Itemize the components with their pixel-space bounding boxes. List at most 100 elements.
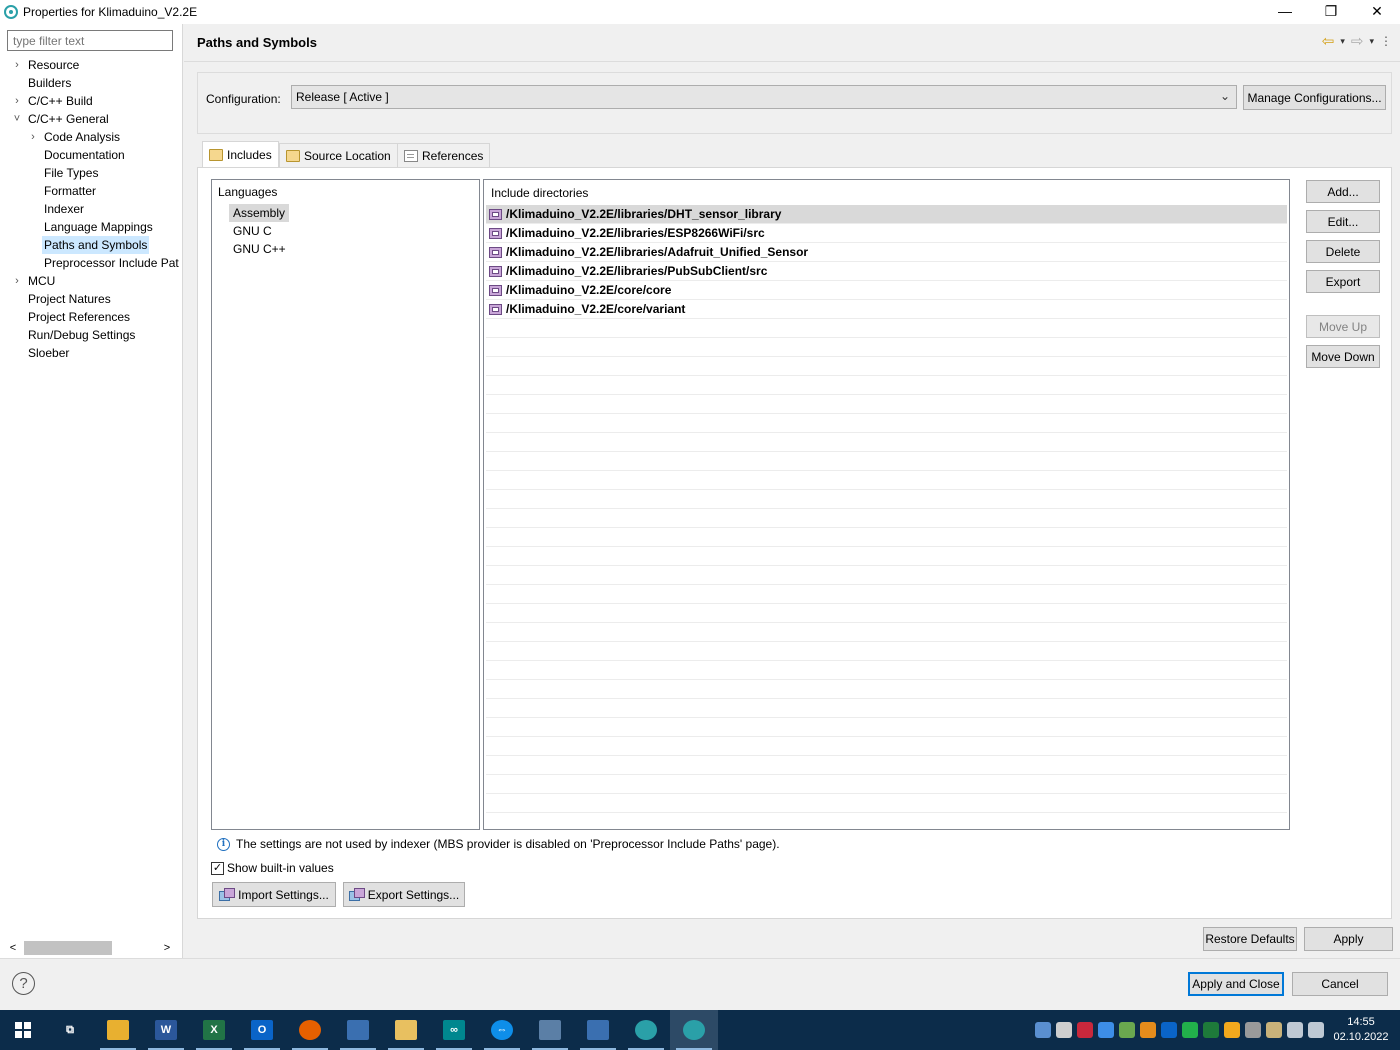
tray-orange-icon[interactable]: [1140, 1022, 1156, 1038]
table-row[interactable]: [486, 642, 1287, 661]
tab-source-location[interactable]: Source Location: [279, 143, 398, 167]
scroll-right-icon[interactable]: >: [160, 942, 174, 954]
tree-item[interactable]: Project Natures: [0, 290, 183, 308]
chevron-right-icon[interactable]: ›: [28, 128, 38, 146]
taskbar-teamviewer[interactable]: ⇔: [478, 1010, 526, 1050]
move-up-button[interactable]: Move Up: [1306, 315, 1380, 338]
tree-item[interactable]: Builders: [0, 74, 183, 92]
tree-item[interactable]: ˅ C/C++ General: [0, 110, 183, 128]
tree-item[interactable]: Run/Debug Settings: [0, 326, 183, 344]
table-row[interactable]: [486, 718, 1287, 737]
scroll-thumb[interactable]: [24, 941, 112, 955]
taskbar-sloeber-2[interactable]: [670, 1010, 718, 1050]
table-row[interactable]: [486, 509, 1287, 528]
outlook-tray-icon[interactable]: [1161, 1022, 1177, 1038]
taskbar-word[interactable]: W: [142, 1010, 190, 1050]
table-row[interactable]: /Klimaduino_V2.2E/libraries/PubSubClient…: [486, 262, 1287, 281]
tree-item[interactable]: Language Mappings: [0, 218, 183, 236]
horizontal-scrollbar[interactable]: < >: [6, 940, 174, 956]
tray-app-icon[interactable]: [1035, 1022, 1051, 1038]
tree-item[interactable]: Documentation: [0, 146, 183, 164]
tree-item[interactable]: Sloeber: [0, 344, 183, 362]
configuration-select[interactable]: Release [ Active ] ⌄: [291, 85, 1237, 109]
chevron-right-icon[interactable]: ›: [12, 56, 22, 74]
taskbar-sloeber-1[interactable]: [622, 1010, 670, 1050]
checkbox-checked-icon[interactable]: ✓: [211, 861, 224, 875]
tab-includes[interactable]: Includes: [202, 141, 279, 168]
tree-item[interactable]: › MCU: [0, 272, 183, 290]
back-arrow-icon[interactable]: ⇦: [1322, 32, 1335, 50]
table-row[interactable]: [486, 338, 1287, 357]
tray-gear-icon[interactable]: [1224, 1022, 1240, 1038]
table-row[interactable]: [486, 490, 1287, 509]
forward-dropdown-icon[interactable]: ▾: [1369, 36, 1374, 47]
taskbar-excel[interactable]: X: [190, 1010, 238, 1050]
taskbar-tool-app[interactable]: [526, 1010, 574, 1050]
table-row[interactable]: [486, 319, 1287, 338]
export-settings-button[interactable]: Export Settings...: [343, 882, 465, 907]
table-row[interactable]: [486, 566, 1287, 585]
close-button[interactable]: ✕: [1354, 0, 1400, 22]
cancel-button[interactable]: Cancel: [1292, 972, 1388, 996]
table-row[interactable]: [486, 528, 1287, 547]
table-row[interactable]: [486, 471, 1287, 490]
table-row[interactable]: [486, 775, 1287, 794]
table-row[interactable]: [486, 680, 1287, 699]
taskbar-task-view[interactable]: ⧉: [46, 1010, 94, 1050]
table-row[interactable]: [486, 604, 1287, 623]
table-row[interactable]: /Klimaduino_V2.2E/core/variant: [486, 300, 1287, 319]
tree-item[interactable]: › C/C++ Build: [0, 92, 183, 110]
forward-arrow-icon[interactable]: ⇨: [1351, 32, 1364, 50]
apply-and-close-button[interactable]: Apply and Close: [1188, 972, 1284, 996]
taskbar-outlook[interactable]: O: [238, 1010, 286, 1050]
table-row[interactable]: /Klimaduino_V2.2E/libraries/DHT_sensor_l…: [486, 205, 1287, 224]
scroll-left-icon[interactable]: <: [6, 942, 20, 954]
move-down-button[interactable]: Move Down: [1306, 345, 1380, 368]
export-button[interactable]: Export: [1306, 270, 1380, 293]
apply-button[interactable]: Apply: [1304, 927, 1393, 951]
tray-misc-icon[interactable]: [1266, 1022, 1282, 1038]
filter-input[interactable]: [7, 30, 173, 51]
table-row[interactable]: /Klimaduino_V2.2E/core/core: [486, 281, 1287, 300]
tray-n-icon[interactable]: [1182, 1022, 1198, 1038]
tree-item[interactable]: Project References: [0, 308, 183, 326]
table-row[interactable]: [486, 395, 1287, 414]
network-icon[interactable]: [1287, 1022, 1303, 1038]
tree-item[interactable]: Preprocessor Include Pat: [0, 254, 183, 272]
tab-references[interactable]: References: [397, 143, 491, 167]
language-item[interactable]: GNU C++: [229, 240, 290, 258]
taskbar-network-tool[interactable]: [334, 1010, 382, 1050]
start-button[interactable]: [0, 1010, 46, 1050]
table-row[interactable]: [486, 737, 1287, 756]
chevron-right-icon[interactable]: ›: [12, 92, 22, 110]
tray-green-icon[interactable]: [1119, 1022, 1135, 1038]
taskbar-folder-app[interactable]: [382, 1010, 430, 1050]
tree-item[interactable]: Formatter: [0, 182, 183, 200]
taskbar-firefox[interactable]: [286, 1010, 334, 1050]
minimize-button[interactable]: —: [1262, 0, 1308, 22]
taskbar-notepad-app[interactable]: [574, 1010, 622, 1050]
shield-icon[interactable]: [1203, 1022, 1219, 1038]
help-icon[interactable]: ?: [12, 972, 35, 995]
delete-button[interactable]: Delete: [1306, 240, 1380, 263]
cloud-icon[interactable]: [1056, 1022, 1072, 1038]
table-row[interactable]: [486, 699, 1287, 718]
taskbar-arduino[interactable]: ∞: [430, 1010, 478, 1050]
tray-tool-icon[interactable]: [1245, 1022, 1261, 1038]
import-settings-button[interactable]: Import Settings...: [212, 882, 336, 907]
table-row[interactable]: [486, 547, 1287, 566]
tree-item[interactable]: File Types: [0, 164, 183, 182]
bluetooth-icon[interactable]: [1098, 1022, 1114, 1038]
table-row[interactable]: [486, 376, 1287, 395]
restore-defaults-button[interactable]: Restore Defaults: [1203, 927, 1297, 951]
taskbar-file-explorer[interactable]: [94, 1010, 142, 1050]
tree-item[interactable]: Indexer: [0, 200, 183, 218]
table-row[interactable]: [486, 623, 1287, 642]
table-row[interactable]: /Klimaduino_V2.2E/libraries/Adafruit_Uni…: [486, 243, 1287, 262]
back-dropdown-icon[interactable]: ▾: [1340, 36, 1345, 47]
table-row[interactable]: /Klimaduino_V2.2E/libraries/ESP8266WiFi/…: [486, 224, 1287, 243]
tree-item[interactable]: › Resource: [0, 56, 183, 74]
manage-configurations-button[interactable]: Manage Configurations...: [1243, 85, 1386, 110]
table-row[interactable]: [486, 794, 1287, 813]
show-builtin-checkbox[interactable]: ✓ Show built-in values: [211, 861, 334, 875]
